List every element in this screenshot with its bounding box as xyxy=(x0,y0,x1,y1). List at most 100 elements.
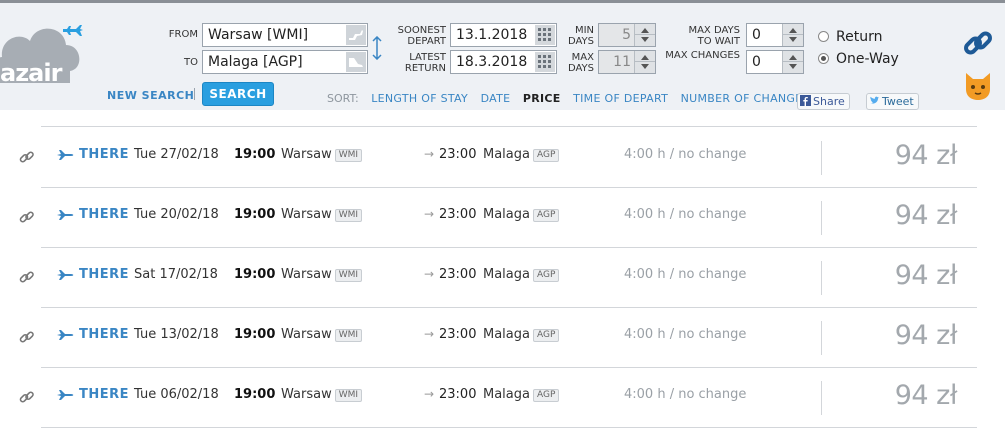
to-input[interactable]: Malaga [AGP] xyxy=(202,50,368,74)
latest-return-input[interactable]: 18.3.2018 xyxy=(450,50,557,74)
latest-return-label-line2: RETURN xyxy=(404,63,446,74)
departure-time: 19:00 xyxy=(234,327,276,342)
arrival-city-name: Malaga xyxy=(483,147,530,162)
min-days-value: 5 xyxy=(622,27,631,43)
swap-icon[interactable] xyxy=(372,36,382,60)
return-radio-label[interactable]: Return xyxy=(836,29,882,45)
result-row[interactable]: THERE Tue 27/02/18 19:00 Warsaw WMI → 23:… xyxy=(19,127,977,188)
one-way-radio-label[interactable]: One-Way xyxy=(836,51,899,67)
max-changes-stepper[interactable]: 0 xyxy=(746,50,804,74)
arrow-right-icon: → xyxy=(424,327,435,341)
chain-link-icon[interactable] xyxy=(19,389,35,405)
sort-bar: SORT: LENGTH OF STAY DATE PRICE TIME OF … xyxy=(327,92,819,105)
arrow-right-icon: → xyxy=(424,387,435,401)
to-value: Malaga [AGP] xyxy=(208,54,303,70)
calendar-icon[interactable] xyxy=(535,52,555,72)
arrival-airport-code: AGP xyxy=(532,149,560,162)
search-button[interactable]: SEARCH xyxy=(202,82,274,106)
stepper-arrows-icon[interactable] xyxy=(782,51,803,73)
to-label: TO xyxy=(184,57,198,68)
result-row[interactable]: THERE Tue 20/02/18 19:00 Warsaw WMI → 23:… xyxy=(19,187,977,248)
max-days-value: 11 xyxy=(613,54,631,70)
arrow-right-icon: → xyxy=(424,207,435,221)
sort-time-of-depart[interactable]: TIME OF DEPART xyxy=(573,92,668,105)
max-days-wait-label: MAX DAYS TO WAIT xyxy=(660,25,740,47)
max-days-wait-value: 0 xyxy=(752,27,761,43)
flight-duration: 4:00 h / no change xyxy=(624,147,747,162)
result-row[interactable]: THERE Tue 06/02/18 19:00 Warsaw WMI → 23:… xyxy=(19,367,977,428)
plane-icon xyxy=(57,270,74,280)
departure-city: Warsaw WMI xyxy=(281,207,363,222)
price[interactable]: 94 zł xyxy=(895,380,958,411)
price[interactable]: 94 zł xyxy=(895,200,958,231)
result-row[interactable]: THERE Tue 13/02/18 19:00 Warsaw WMI → 23:… xyxy=(19,307,977,368)
price[interactable]: 94 zł xyxy=(895,260,958,291)
calendar-icon[interactable] xyxy=(535,25,555,45)
chain-link-icon[interactable] xyxy=(19,149,35,165)
max-days-label-line2: DAYS xyxy=(567,63,594,74)
one-way-radio[interactable] xyxy=(818,53,829,64)
arrival-time: 23:00 xyxy=(439,207,477,222)
chain-link-icon[interactable] xyxy=(19,269,35,285)
new-search-link[interactable]: NEW SEARCH xyxy=(107,89,194,102)
search-header: azair FROM Warsaw [WMI] TO Malaga [AGP] … xyxy=(0,0,1005,110)
sort-date[interactable]: DATE xyxy=(481,92,511,105)
departure-time: 19:00 xyxy=(234,207,276,222)
price[interactable]: 94 zł xyxy=(895,320,958,351)
arrival-time: 23:00 xyxy=(439,147,477,162)
direction-label: THERE xyxy=(79,207,130,222)
return-radio[interactable] xyxy=(818,31,829,42)
direction-label: THERE xyxy=(79,267,130,282)
departure-city: Warsaw WMI xyxy=(281,327,363,342)
soonest-depart-input[interactable]: 13.1.2018 xyxy=(450,23,557,47)
takeoff-picker-icon[interactable] xyxy=(346,25,366,45)
from-label: FROM xyxy=(168,29,198,40)
min-days-label: MIN DAYS xyxy=(558,25,594,47)
sort-price[interactable]: PRICE xyxy=(523,92,561,105)
plane-icon xyxy=(57,210,74,220)
facebook-share-button[interactable]: Share xyxy=(797,93,850,110)
arrival-city: Malaga AGP xyxy=(483,147,560,162)
landing-picker-icon[interactable] xyxy=(346,52,366,72)
min-days-label-line2: DAYS xyxy=(567,36,594,47)
arrival-airport-code: AGP xyxy=(532,269,560,282)
stepper-arrows-icon[interactable] xyxy=(634,24,655,46)
arrival-city-name: Malaga xyxy=(483,207,530,222)
flight-date: Tue 20/02/18 xyxy=(134,207,219,222)
logo-text: azair xyxy=(0,59,62,87)
arrival-city-name: Malaga xyxy=(483,387,530,402)
cat-icon xyxy=(966,73,990,100)
price[interactable]: 94 zł xyxy=(895,140,958,171)
departure-city-name: Warsaw xyxy=(281,147,332,162)
sort-length-of-stay[interactable]: LENGTH OF STAY xyxy=(371,92,468,105)
min-days-label-line1: MIN xyxy=(574,25,594,36)
divider xyxy=(821,201,822,235)
direction-label: THERE xyxy=(79,387,130,402)
max-days-wait-label-line1: MAX DAYS xyxy=(688,25,740,36)
soonest-depart-value: 13.1.2018 xyxy=(456,27,528,43)
arrival-airport-code: AGP xyxy=(532,389,560,402)
departure-airport-code: WMI xyxy=(334,209,363,222)
departure-airport-code: WMI xyxy=(334,329,363,342)
chain-link-icon[interactable] xyxy=(19,209,35,225)
soonest-depart-label: SOONEST DEPART xyxy=(388,25,446,47)
departure-time: 19:00 xyxy=(234,387,276,402)
max-days-stepper[interactable]: 11 xyxy=(598,50,656,74)
departure-city: Warsaw WMI xyxy=(281,387,363,402)
stepper-arrows-icon[interactable] xyxy=(782,24,803,46)
result-row[interactable]: THERE Sat 17/02/18 19:00 Warsaw WMI → 23:… xyxy=(19,247,977,308)
arrow-right-icon: → xyxy=(424,147,435,161)
flight-date: Tue 13/02/18 xyxy=(134,327,219,342)
stepper-arrows-icon[interactable] xyxy=(634,51,655,73)
chain-link-icon[interactable] xyxy=(962,27,994,59)
from-input[interactable]: Warsaw [WMI] xyxy=(202,23,368,47)
flight-duration: 4:00 h / no change xyxy=(624,207,747,222)
arrival-city-name: Malaga xyxy=(483,327,530,342)
chain-link-icon[interactable] xyxy=(19,329,35,345)
twitter-tweet-button[interactable]: Tweet xyxy=(866,93,919,110)
arrival-city: Malaga AGP xyxy=(483,267,560,282)
sort-number-of-changes[interactable]: NUMBER OF CHANGES xyxy=(681,92,810,105)
max-days-wait-label-line2: TO WAIT xyxy=(697,36,740,47)
min-days-stepper[interactable]: 5 xyxy=(598,23,656,47)
max-days-wait-stepper[interactable]: 0 xyxy=(746,23,804,47)
